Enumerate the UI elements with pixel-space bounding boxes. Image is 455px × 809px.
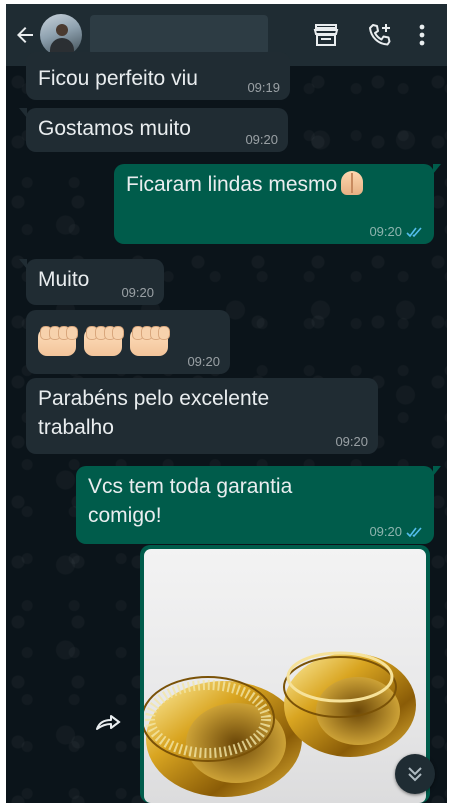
message-outgoing-image[interactable] xyxy=(140,545,430,803)
contact-avatar[interactable] xyxy=(40,14,82,56)
message-text: Ficou perfeito viu xyxy=(38,67,198,90)
folded-hands-emoji xyxy=(341,171,364,195)
more-vert-icon[interactable] xyxy=(407,24,437,46)
message-incoming[interactable]: Parabéns pelo excelente trabalho 09:20 xyxy=(26,378,378,454)
header-actions xyxy=(299,4,437,66)
add-call-icon[interactable] xyxy=(353,22,407,48)
fist-emojis xyxy=(38,322,218,358)
message-incoming[interactable]: Muito 09:20 xyxy=(19,259,164,305)
message-text: Parabéns pelo excelente trabalho xyxy=(38,387,270,439)
message-incoming[interactable]: Gostamos muito 09:20 xyxy=(19,108,288,152)
message-text: Ficaram lindas mesmo xyxy=(126,173,338,196)
message-outgoing[interactable]: Ficaram lindas mesmo 09:20 xyxy=(114,164,441,244)
message-time: 09:20 xyxy=(335,434,368,449)
message-time: 09:19 xyxy=(247,80,280,95)
message-incoming-emoji[interactable]: 09:20 xyxy=(26,310,230,374)
oncoming-fist-emoji xyxy=(130,324,170,358)
rings-photo[interactable] xyxy=(144,549,426,803)
contact-name[interactable] xyxy=(90,15,268,55)
message-time: 09:20 xyxy=(369,524,402,539)
message-time: 09:20 xyxy=(369,224,402,239)
scroll-to-bottom-icon[interactable] xyxy=(395,754,435,794)
message-text: Muito xyxy=(38,268,90,291)
message-time: 09:20 xyxy=(121,285,154,300)
chat-screen: Ficou perfeito viu 09:19 Gostamos muito … xyxy=(6,4,447,803)
message-meta: 09:20 xyxy=(369,525,424,539)
message-outgoing[interactable]: Vcs tem toda garantia comigo! 09:20 xyxy=(76,466,441,544)
oncoming-fist-emoji xyxy=(38,324,78,358)
read-ticks-icon xyxy=(406,526,424,538)
storefront-icon[interactable] xyxy=(299,23,353,47)
message-text: Vcs tem toda garantia comigo! xyxy=(88,475,293,527)
message-text: Gostamos muito xyxy=(38,117,191,140)
message-meta: 09:20 xyxy=(369,225,424,239)
message-incoming[interactable]: Ficou perfeito viu 09:19 xyxy=(26,52,290,100)
forward-icon[interactable] xyxy=(90,704,128,742)
oncoming-fist-emoji xyxy=(84,324,124,358)
back-arrow-icon[interactable] xyxy=(10,23,40,47)
message-time: 09:20 xyxy=(245,132,278,147)
read-ticks-icon xyxy=(406,226,424,238)
message-time: 09:20 xyxy=(187,354,220,369)
